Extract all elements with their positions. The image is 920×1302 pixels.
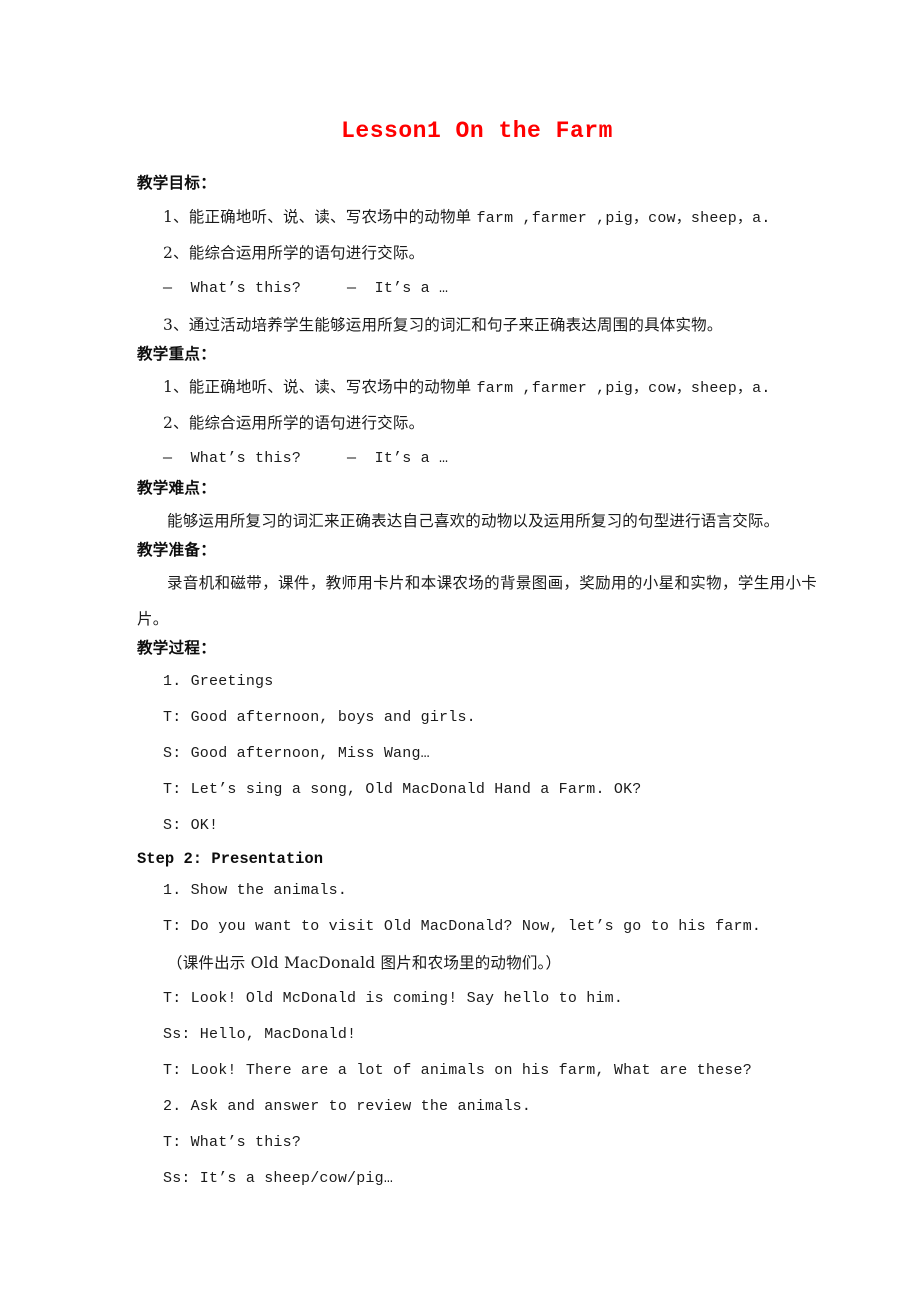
step2-line-hello-macdonald: Ss: Hello, MacDonald!	[163, 1025, 357, 1043]
objectives-item-1-latin: farm ,farmer ,pig，cow，sheep，a.	[476, 209, 771, 227]
objectives-item-3: 3、通过活动培养学生能够运用所复习的词汇和句子来正确表达周围的具体实物。	[163, 315, 723, 334]
objectives-item-2: 2、能综合运用所学的语句进行交际。	[163, 243, 425, 262]
objectives-dialog: — What’s this? — It’s a …	[163, 279, 449, 297]
difficult-points-body: 能够运用所复习的词汇来正确表达自己喜欢的动物以及运用所复习的句型进行语言交际。	[167, 512, 780, 531]
preparation-body: 录音机和磁带，课件，教师用卡片和本课农场的背景图画，奖励用的小星和实物，学生用小…	[137, 574, 817, 629]
step2-line-show-animals: 1. Show the animals.	[163, 881, 348, 899]
step2-line-its-a-sheep: Ss: It’s a sheep/cow/pig…	[163, 1169, 394, 1187]
objectives-item-1-cjk: 1、能正确地听、说、读、写农场中的动物单	[163, 207, 477, 226]
key-points-item-1-latin: farm ,farmer ,pig，cow，sheep，a.	[476, 379, 771, 397]
procedure-line-student-greeting: S: Good afternoon, Miss Wang…	[163, 744, 430, 762]
heading-preparation: 教学准备：	[137, 541, 217, 560]
key-points-item-2: 2、能综合运用所学的语句进行交际。	[163, 413, 425, 432]
step2-line-what-are-these: T: Look! There are a lot of animals on h…	[163, 1061, 752, 1079]
step2-line-mcdonald-coming: T: Look! Old McDonald is coming! Say hel…	[163, 989, 624, 1007]
procedure-line-teacher-greeting: T: Good afternoon, boys and girls.	[163, 708, 476, 726]
heading-procedure: 教学过程：	[137, 639, 217, 658]
procedure-line-song: T: Let’s sing a song, Old MacDonald Hand…	[163, 780, 642, 798]
document-content: Lesson1 On the Farm 教学目标： 1、能正确地听、说、读、写农…	[137, 118, 817, 1197]
step2-line-visit-macdonald: T: Do you want to visit Old MacDonald? N…	[163, 917, 762, 935]
heading-step-2-presentation: Step 2: Presentation	[137, 849, 324, 868]
heading-difficult-points: 教学难点：	[137, 478, 217, 497]
key-points-item-1-cjk: 1、能正确地听、说、读、写农场中的动物单	[163, 377, 477, 396]
key-points-item-1: 1、能正确地听、说、读、写农场中的动物单 farm ,farmer ,pig，c…	[137, 369, 817, 405]
key-points-dialog: — What’s this? — It’s a …	[163, 449, 449, 467]
page-title: Lesson1 On the Farm	[341, 118, 613, 144]
step2-line-whats-this: T: What’s this?	[163, 1133, 302, 1151]
procedure-line-ok: S: OK!	[163, 816, 219, 834]
document-page: Lesson1 On the Farm 教学目标： 1、能正确地听、说、读、写农…	[0, 0, 920, 1302]
procedure-line-greetings: 1. Greetings	[163, 672, 274, 690]
objectives-item-1: 1、能正确地听、说、读、写农场中的动物单 farm ,farmer ,pig，c…	[137, 199, 817, 235]
step2-line-courseware-note: （课件出示 Old MacDonald 图片和农场里的动物们。）	[167, 953, 562, 972]
heading-teaching-objectives: 教学目标：	[137, 174, 217, 193]
heading-key-points: 教学重点：	[137, 344, 217, 363]
step2-line-ask-and-answer: 2. Ask and answer to review the animals.	[163, 1097, 532, 1115]
